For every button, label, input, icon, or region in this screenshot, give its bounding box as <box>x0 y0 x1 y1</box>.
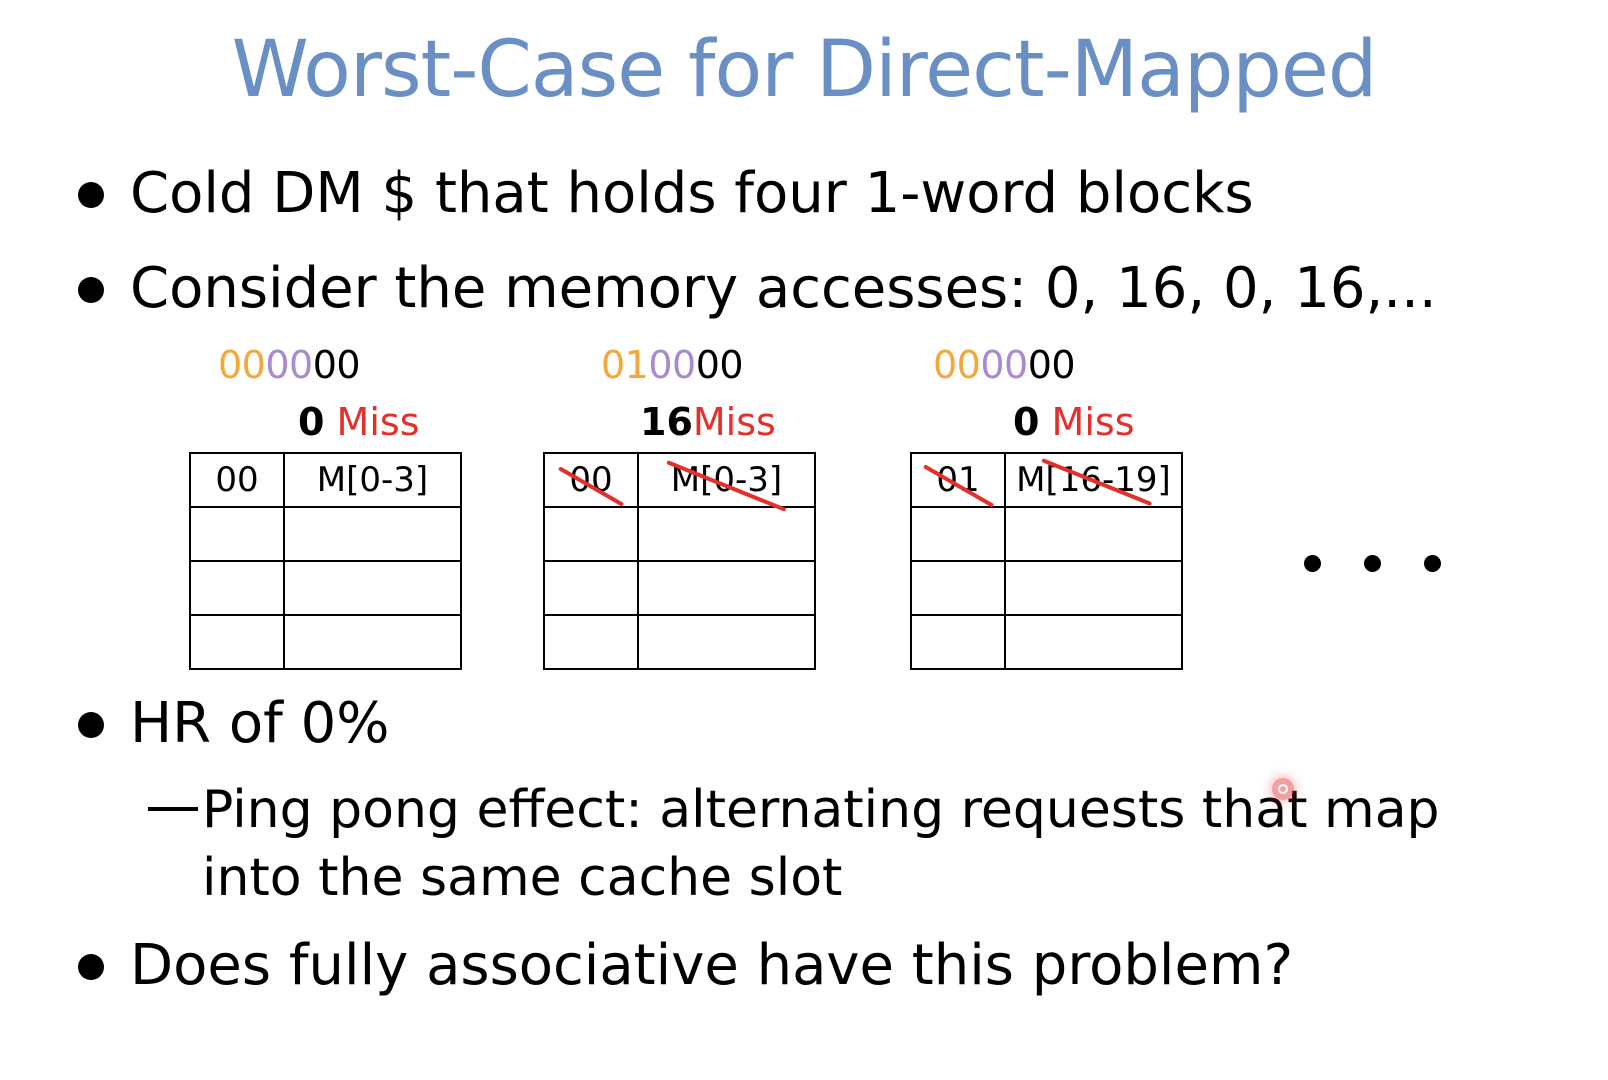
address-index-bits: 00 <box>980 343 1028 387</box>
cache-row <box>543 614 816 670</box>
cache-row <box>189 614 462 670</box>
cache-table-2: 01 M[16-19] <box>910 452 1183 670</box>
bullet-text: Does fully associative have this problem… <box>130 933 1294 998</box>
ellipsis-icon <box>1300 555 1441 575</box>
cache-row <box>189 506 462 562</box>
address-index-bits: 00 <box>648 343 696 387</box>
bullet-dot-icon <box>78 712 104 738</box>
cache-tag-cell <box>543 614 639 670</box>
cache-row <box>910 560 1183 616</box>
address-tag-bits: 01 <box>601 343 649 387</box>
ellipsis-dot <box>1424 555 1441 572</box>
address-offset-bits: 00 <box>312 343 361 387</box>
miss-label: Miss <box>336 400 420 444</box>
cache-data-cell <box>283 560 462 616</box>
cache-table-1: 00 M[0-3] <box>543 452 816 670</box>
cache-tag-cell <box>910 614 1006 670</box>
cache-row: 01 M[16-19] <box>910 452 1183 508</box>
address-bits-2: 000000 <box>933 343 1076 387</box>
bullet-text: Consider the memory accesses: 0, 16, 0, … <box>130 256 1437 321</box>
cache-tag-cell <box>543 506 639 562</box>
cache-row <box>189 560 462 616</box>
ellipsis-dot <box>1364 555 1381 572</box>
cache-data-cell <box>283 614 462 670</box>
cache-data-cell: M[16-19] <box>1004 452 1183 508</box>
access-result-2: 0 Miss <box>1013 400 1135 444</box>
cache-data-cell: M[0-3] <box>637 452 816 512</box>
cache-data-cell <box>1004 506 1183 562</box>
cache-table-0: 00 M[0-3] <box>189 452 462 670</box>
cache-tag-cell <box>910 506 1006 562</box>
bullet-text: Cold DM $ that holds four 1-word blocks <box>130 161 1254 226</box>
cache-data-cell: M[0-3] <box>283 452 462 508</box>
miss-label: Miss <box>692 400 776 444</box>
bullet-dot-icon <box>78 954 104 980</box>
cache-tag-cell <box>543 560 639 616</box>
cache-data-cell <box>1004 560 1183 616</box>
ellipsis-dot <box>1304 555 1321 572</box>
address-bits-0: 000000 <box>218 343 361 387</box>
address-bits-1: 010000 <box>601 343 744 387</box>
slide-title: Worst-Case for Direct-Mapped <box>231 25 1378 115</box>
cache-row <box>543 506 816 562</box>
access-value: 16 <box>640 400 693 444</box>
cache-row: 00 M[0-3] <box>189 452 462 508</box>
bullet-dot-icon <box>78 182 104 208</box>
cache-data-cell <box>637 614 816 670</box>
cache-tag-cell: 00 <box>189 452 285 508</box>
cache-data-cell <box>1004 614 1183 670</box>
cache-row <box>543 560 816 616</box>
sub-bullet-continuation: into the same cache slot <box>202 843 842 913</box>
cache-tag-cell <box>189 506 285 562</box>
cache-tag-cell <box>189 560 285 616</box>
cache-tag-cell <box>189 614 285 670</box>
cache-tag-cell <box>910 560 1006 616</box>
address-tag-bits: 00 <box>218 343 266 387</box>
bullet-dot-icon <box>78 277 104 303</box>
address-index-bits: 00 <box>265 343 313 387</box>
address-offset-bits: 00 <box>695 343 744 387</box>
access-result-1: 16Miss <box>640 400 776 444</box>
access-value: 0 <box>1013 400 1040 444</box>
sub-bullet-line: into the same cache slot <box>202 848 843 908</box>
dash-icon <box>148 807 198 811</box>
cache-row <box>910 506 1183 562</box>
address-tag-bits: 00 <box>933 343 981 387</box>
cache-data-cell <box>283 506 462 562</box>
cache-tag-cell: 01 <box>910 452 1006 508</box>
bullet-text: HR of 0% <box>130 691 390 756</box>
access-value: 0 <box>298 400 325 444</box>
cache-data-cell <box>637 506 816 562</box>
address-offset-bits: 00 <box>1027 343 1076 387</box>
cache-row: 00 M[0-3] <box>543 452 816 512</box>
miss-label: Miss <box>1051 400 1135 444</box>
sub-bullet-ping-pong: Ping pong effect: alternating requests t… <box>148 775 1440 845</box>
sub-bullet-line: Ping pong effect: alternating requests t… <box>202 780 1440 840</box>
laser-pointer-icon <box>1272 778 1294 800</box>
cache-data-cell <box>637 560 816 616</box>
access-result-0: 0 Miss <box>298 400 420 444</box>
cache-row <box>910 614 1183 670</box>
cache-tag-cell: 00 <box>543 452 639 508</box>
